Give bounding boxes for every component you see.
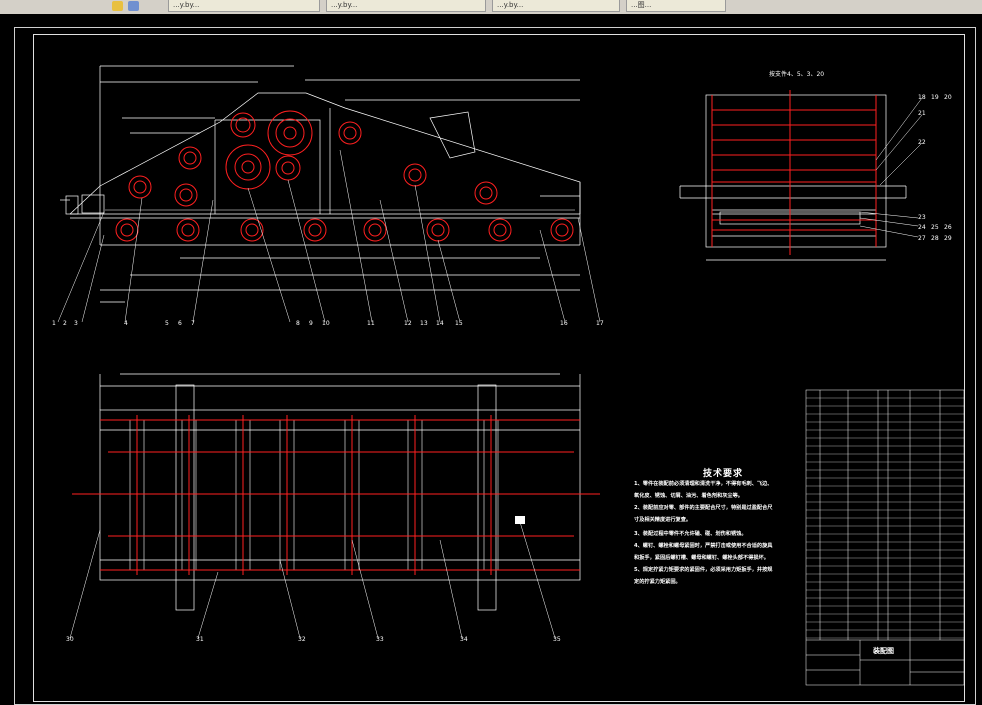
callout: 10 <box>322 320 330 327</box>
tech-line: 氧化皮、锈蚀、切屑、油污、着色剂和灰尘等。 <box>634 493 743 499</box>
callout: 18 <box>918 94 926 101</box>
callout: 33 <box>376 636 384 643</box>
callout: 29 <box>944 235 952 242</box>
tech-line: 定的拧紧力矩紧固。 <box>634 579 681 585</box>
callout: 25 <box>931 224 939 231</box>
cad-drawing <box>57 65 965 686</box>
callout: 13 <box>420 320 428 327</box>
tech-requirements-title: 技术要求 <box>703 469 744 479</box>
tech-line: 5、规定拧紧力矩要求的紧固件，必须采用力矩扳手，并按规 <box>634 567 773 573</box>
callout: 12 <box>404 320 412 327</box>
callout: 17 <box>596 320 604 327</box>
callout: 21 <box>918 110 926 117</box>
title-block-name: 装配图 <box>873 647 894 655</box>
callout: 27 <box>918 235 926 242</box>
callout: 2 <box>63 320 67 327</box>
tech-line: 3、装配过程中零件不允许磕、碰、划伤和锈蚀。 <box>634 531 747 537</box>
callout: 5 <box>165 320 169 327</box>
tech-line: 1、零件在装配前必须清理和清洗干净，不得有毛刺、飞边、 <box>634 481 773 487</box>
tech-line: 2、装配前应对零、部件的主要配合尺寸，特别是过盈配合尺 <box>634 505 773 511</box>
callout: 28 <box>931 235 939 242</box>
bom-rows <box>806 397 964 639</box>
callout: 1 <box>52 320 56 327</box>
callout: 6 <box>178 320 182 327</box>
callout: 22 <box>918 139 926 146</box>
side-view-label: 按支件4、5、3、20 <box>769 71 825 78</box>
callout: 8 <box>296 320 300 327</box>
callout: 9 <box>309 320 313 327</box>
callout: 15 <box>455 320 463 327</box>
tech-line: 和扳手，紧固后螺钉槽、螺母和螺钉、螺栓头部不得损坏。 <box>634 555 769 561</box>
front-view <box>60 65 581 303</box>
callout: 16 <box>560 320 568 327</box>
callout: 14 <box>436 320 444 327</box>
callout: 4 <box>124 320 128 327</box>
top-view <box>99 373 581 611</box>
callout: 24 <box>918 224 926 231</box>
callout: 32 <box>298 636 306 643</box>
callout: 23 <box>918 214 926 221</box>
callout: 34 <box>460 636 468 643</box>
tech-line: 4、螺钉、螺栓和螺母紧固时，严禁打击或使用不合适的旋具 <box>634 543 773 549</box>
callout: 31 <box>196 636 204 643</box>
front-view-bearings <box>115 110 574 242</box>
callout: 35 <box>553 636 561 643</box>
bom-table <box>805 389 965 686</box>
callout: 7 <box>191 320 195 327</box>
tech-line: 寸及相关精度进行复查。 <box>634 517 692 523</box>
side-view <box>679 94 907 261</box>
top-view-centerlines <box>72 415 600 575</box>
callout: 11 <box>367 320 375 327</box>
callout: 20 <box>944 94 952 101</box>
callout: 3 <box>74 320 78 327</box>
callout: 19 <box>931 94 939 101</box>
side-view-leaders <box>859 97 923 238</box>
side-view-decks <box>711 90 877 255</box>
callout: 26 <box>944 224 952 231</box>
callout: 30 <box>66 636 74 643</box>
